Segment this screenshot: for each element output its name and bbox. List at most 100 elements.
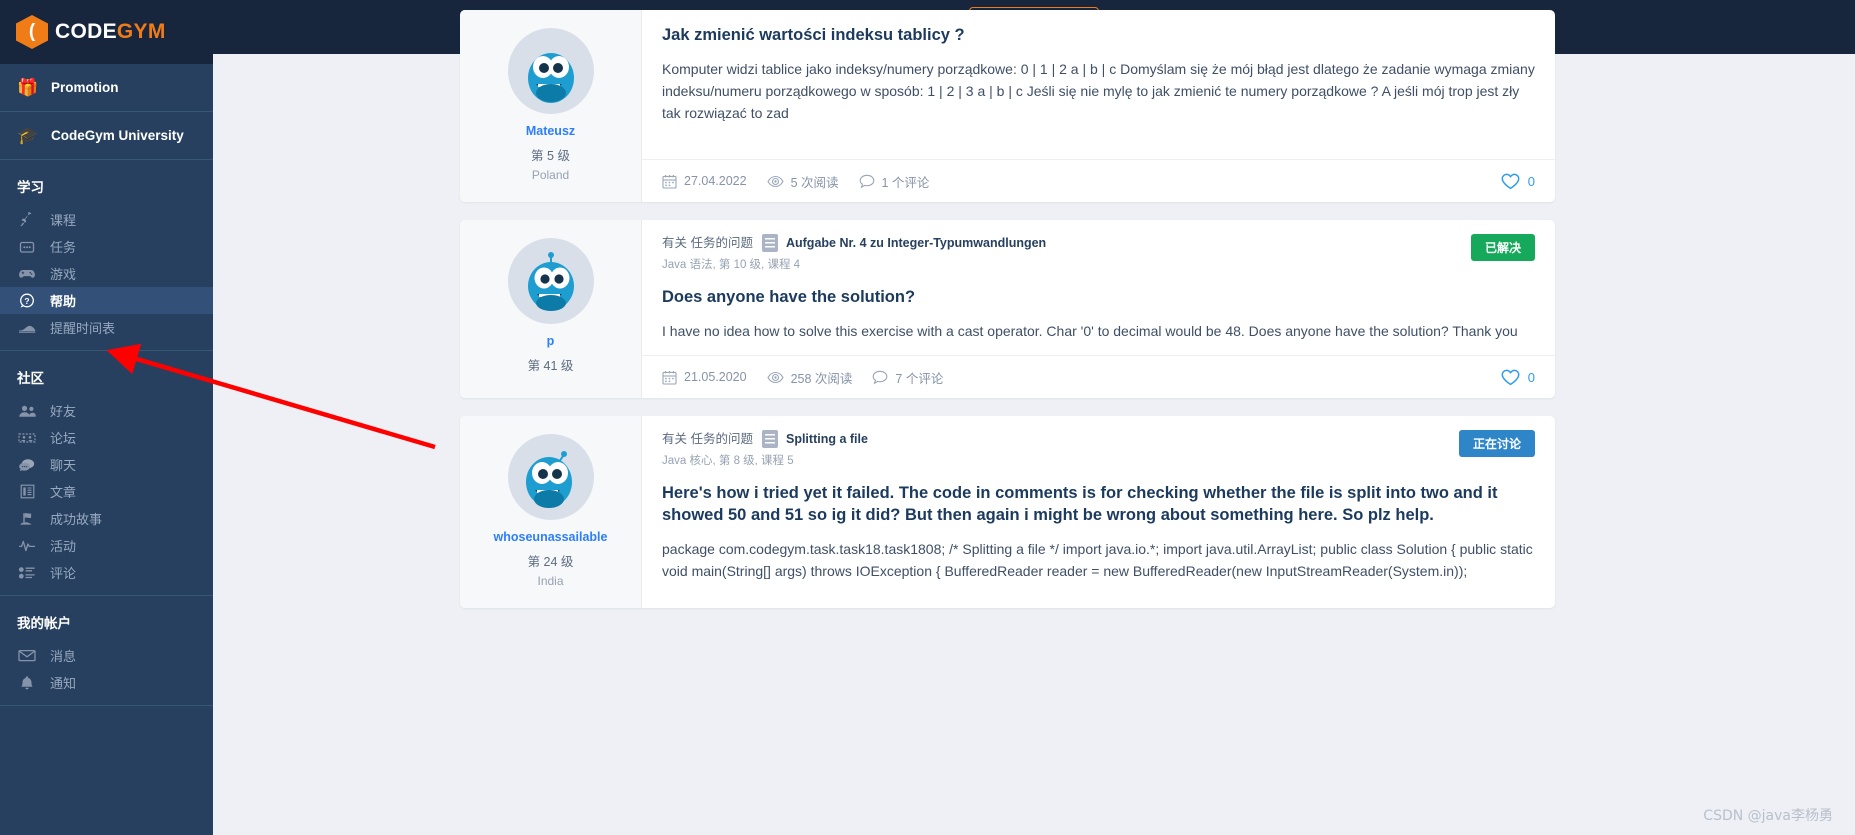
kicker-label: 有关 任务的问题 [662,432,753,446]
post-body: I have no idea how to solve this exercis… [662,323,1518,339]
post-footer: 21.05.2020 258 次阅读 7 个评论 0 [642,355,1555,398]
kicker-label: 有关 任务的问题 [662,236,753,250]
author-level: 第 5 级 [531,149,570,163]
post-date-text: 27.04.2022 [684,174,747,188]
author-name[interactable]: whoseunassailable [466,530,635,544]
sidebar-item-chat[interactable]: 聊天 [0,451,213,478]
watermark: CSDN @java李杨勇 [1703,808,1833,824]
sidebar-item-label: 任务 [50,240,77,255]
post-comments: 7 个评论 [872,368,943,387]
robot-icon [17,239,37,255]
post-comments: 1 个评论 [859,172,929,191]
status-badge[interactable]: 正在讨论 [1458,430,1535,457]
sidebar-item-games[interactable]: 游戏 [0,260,213,287]
post-body: package com.codegym.task.task18.task1808… [662,541,1533,579]
author-name[interactable]: Mateusz [466,124,635,138]
like-count: 0 [1527,173,1535,189]
avatar[interactable] [507,238,594,324]
document-icon [761,430,778,448]
sidebar-item-label: 成功故事 [50,512,103,527]
sidebar-item-forum[interactable]: 论坛 [0,424,213,451]
sidebar-item-label: 通知 [50,676,77,691]
comment-bubble-icon [859,174,875,189]
sidebar-item-label: 消息 [50,649,77,664]
sidebar-section-study: 学习 课程 任务 游戏 ? 帮助 提醒时间表 [0,160,213,351]
post-date-text: 21.05.2020 [684,370,747,384]
sidebar-item-messages[interactable]: 消息 [0,642,213,669]
post-title[interactable]: Does anyone have the solution? [662,286,1535,308]
app-root: ( CODEGYM 🎁 Promotion 🎓 CodeGym Universi… [0,0,1855,835]
post-author: p 第 41 级 [460,220,642,398]
sidebar-item-reminder-schedule[interactable]: 提醒时间表 [0,314,213,341]
shoe-icon [17,320,37,336]
sidebar-section-title: 学习 [17,180,44,195]
task-link[interactable]: Aufgabe Nr. 4 zu Integer-Typumwandlungen [786,234,1046,252]
post-title[interactable]: Here's how i tried yet it failed. The co… [662,482,1535,526]
post-views: 258 次阅读 [766,368,852,387]
avatar[interactable] [507,28,594,114]
post-stats: 21.05.2020 258 次阅读 7 个评论 [662,368,943,387]
post-header: 有关 任务的问题 Aufgabe Nr. 4 zu Integer-Typumw… [662,234,1535,272]
post-comments-text: 7 个评论 [895,371,944,386]
sidebar-item-success-stories[interactable]: 成功故事 [0,505,213,532]
comment-bubble-icon [872,370,888,385]
document-icon [761,234,778,252]
sidebar-item-label: 文章 [50,485,77,500]
author-level: 第 41 级 [527,359,574,373]
post-title[interactable]: Jak zmienić wartości indeksu tablicy ? [662,24,1535,46]
status-badge[interactable]: 已解决 [1470,234,1535,261]
sidebar-item-courses[interactable]: 课程 [0,206,213,233]
posts-feed: Mateusz 第 5 级 Poland Jak zmienić wartośc… [213,10,1855,835]
envelope-icon [17,648,37,664]
sidebar-item-comments[interactable]: 评论 [0,559,213,586]
sidebar-section-community: 社区 好友 论坛 聊天 文章 成功故事 活动 评论 [0,351,213,596]
sidebar-item-label: Promotion [51,80,119,95]
like-button[interactable]: 0 [1501,173,1535,190]
sidebar-item-tasks[interactable]: 任务 [0,233,213,260]
brand-logo[interactable]: ( CODEGYM [0,0,213,64]
task-link[interactable]: Splitting a file [786,430,868,448]
sidebar-item-label: 课程 [50,213,77,228]
rocket-icon [17,211,37,228]
brand-wordmark: CODEGYM [55,20,166,44]
sidebar-item-notifications[interactable]: 通知 [0,669,213,696]
sidebar-item-help[interactable]: ? 帮助 [0,287,213,314]
bell-icon [17,675,37,691]
post-author: whoseunassailable 第 24 级 India [460,416,642,608]
forum-icon [17,430,37,446]
post-footer: 27.04.2022 5 次阅读 1 个评论 0 [642,159,1555,202]
sidebar-section-my-account: 我的帐户 消息 通知 [0,596,213,706]
like-count: 0 [1527,369,1535,385]
post-content: 有关 任务的问题 Splitting a file Java 核心, 第 8 级… [642,416,1555,608]
gift-icon: 🎁 [17,77,39,97]
post-header: 有关 任务的问题 Splitting a file Java 核心, 第 8 级… [662,430,1535,468]
sidebar-item-codegym-university[interactable]: 🎓 CodeGym University [0,112,213,160]
calendar-icon [662,370,677,385]
sidebar-item-label: 游戏 [50,267,77,282]
like-button[interactable]: 0 [1501,369,1535,386]
post-kicker: 有关 任务的问题 Splitting a file [662,430,868,448]
post-card: Mateusz 第 5 级 Poland Jak zmienić wartośc… [460,10,1555,202]
sidebar-item-promotion[interactable]: 🎁 Promotion [0,64,213,112]
author-name[interactable]: p [466,334,635,348]
sidebar-item-label: 帮助 [50,294,77,309]
sidebar-item-activity[interactable]: 活动 [0,532,213,559]
avatar[interactable] [507,434,594,520]
question-bubble-icon: ? [17,293,37,309]
sidebar: ( CODEGYM 🎁 Promotion 🎓 CodeGym Universi… [0,0,213,835]
heart-icon [1501,173,1520,190]
sidebar-item-label: 聊天 [50,458,77,473]
graduation-cap-icon: 🎓 [17,125,39,145]
author-level: 第 24 级 [527,555,574,569]
brand-name-part1: CODE [55,20,117,43]
post-content: 有关 任务的问题 Aufgabe Nr. 4 zu Integer-Typumw… [642,220,1555,398]
sidebar-item-label: 好友 [50,404,77,419]
brand-name-part2: GYM [116,20,166,43]
sidebar-item-label: 活动 [50,539,77,554]
sidebar-item-friends[interactable]: 好友 [0,397,213,424]
comments-list-icon [17,565,37,581]
chat-icon [17,457,37,473]
calendar-icon [662,174,677,189]
sidebar-item-articles[interactable]: 文章 [0,478,213,505]
sidebar-item-label: 评论 [50,566,77,581]
